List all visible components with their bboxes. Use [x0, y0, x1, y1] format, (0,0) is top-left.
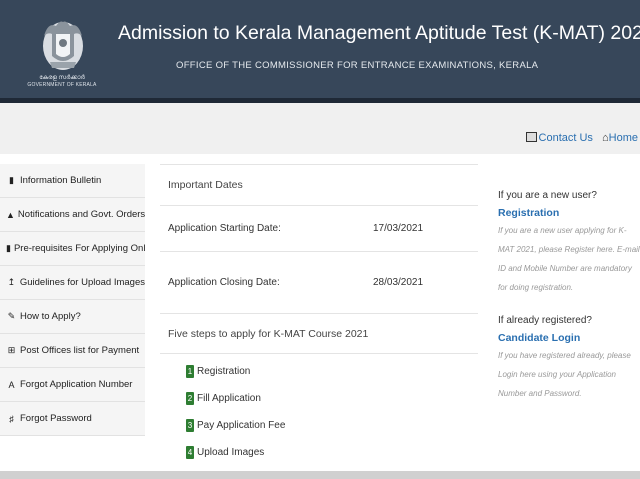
sidebar-item-prerequisites[interactable]: ▮ Pre-requisites For Applying Online	[0, 232, 145, 266]
contact-card-icon	[525, 132, 537, 143]
sidebar-item-label: Post Offices list for Payment	[20, 345, 140, 356]
file-icon: ▮	[6, 243, 11, 253]
sidebar-nav: ▮ Information Bulletin ▲ Notifications and…	[0, 164, 145, 436]
step-label: Registration	[197, 366, 251, 377]
registered-question: If already registered?	[498, 315, 592, 326]
sidebar-item-forgot-password[interactable]: ♯ Forgot Password	[0, 402, 145, 436]
close-date-row: Application Closing Date: 28/03/2021	[160, 252, 478, 314]
sidebar-item-label: Guidelines for Upload Images	[19, 277, 145, 288]
start-date-value: 17/03/2021	[373, 223, 424, 234]
sidebar-item-label: Forgot Password	[20, 413, 92, 424]
key-icon: ♯	[9, 413, 14, 424]
document-icon: ▮	[9, 175, 14, 185]
upload-icon: ↥	[7, 277, 16, 287]
start-date-label: Application Starting Date:	[168, 223, 281, 234]
registration-note: If you are a new user applying for K-MAT…	[498, 226, 640, 292]
step-item: 2 Fill Application	[186, 385, 478, 412]
login-note: If you have registered already, please L…	[498, 351, 631, 398]
sidebar-item-forgot-application-number[interactable]: A Forgot Application Number	[0, 368, 145, 402]
main-content: Important Dates Application Starting Dat…	[160, 164, 478, 466]
emblem-text-english: GOVERNMENT OF KERALA	[27, 82, 97, 88]
login-panel: If you are a new user? Registration If y…	[498, 190, 640, 403]
step-item: 4 Upload Images	[186, 439, 478, 466]
emblem-text-local: കേരള സർക്കാർ	[39, 75, 85, 81]
footer-bar	[0, 471, 640, 479]
edit-icon: ✎	[7, 311, 16, 321]
close-date-value: 28/03/2021	[373, 277, 424, 288]
contact-us-link[interactable]: Contact Us	[539, 132, 593, 144]
home-icon: ⌂	[602, 132, 609, 145]
step-label: Fill Application	[197, 393, 261, 404]
step-item: 1 Registration	[186, 358, 478, 385]
top-links: Contact Us ⌂Home	[525, 132, 638, 145]
steps-list: 1 Registration 2 Fill Application 3 Pay App…	[160, 354, 478, 466]
bell-icon: ▲	[6, 209, 15, 220]
steps-heading: Five steps to apply for K-MAT Course 202…	[160, 314, 478, 354]
sidebar-item-information-bulletin[interactable]: ▮ Information Bulletin	[0, 164, 145, 198]
close-date-label: Application Closing Date:	[168, 277, 280, 288]
sidebar-item-label: Notifications and Govt. Orders	[17, 209, 145, 220]
sidebar-item-label: How to Apply?	[20, 311, 81, 322]
bank-icon: ⊞	[7, 345, 16, 355]
step-number-badge: 2	[186, 392, 194, 405]
site-header: കേരള സർക്കാർ GOVERNMENT OF KERALA Admiss…	[0, 0, 640, 98]
important-dates-heading: Important Dates	[160, 164, 478, 206]
step-item: 3 Pay Application Fee	[186, 412, 478, 439]
step-number-badge: 4	[186, 446, 194, 459]
top-bar	[0, 103, 640, 154]
sidebar-item-how-to-apply[interactable]: ✎ How to Apply?	[0, 300, 145, 334]
page-subtitle: OFFICE OF THE COMMISSIONER FOR ENTRANCE …	[176, 60, 539, 71]
start-date-row: Application Starting Date: 17/03/2021	[160, 206, 478, 252]
page-title: Admission to Kerala Management Aptitude …	[118, 22, 640, 44]
home-link[interactable]: Home	[609, 132, 638, 144]
step-label: Upload Images	[197, 447, 265, 458]
step-number-badge: 1	[186, 365, 194, 378]
step-number-badge: 3	[186, 419, 194, 432]
sidebar-item-notifications[interactable]: ▲ Notifications and Govt. Orders	[0, 198, 145, 232]
candidate-login-link[interactable]: Candidate Login	[498, 332, 640, 344]
sidebar-item-label: Information Bulletin	[20, 175, 102, 186]
sidebar-item-upload-guidelines[interactable]: ↥ Guidelines for Upload Images	[0, 266, 145, 300]
registration-link[interactable]: Registration	[498, 207, 640, 219]
sidebar-item-post-offices[interactable]: ⊞ Post Offices list for Payment	[0, 334, 145, 368]
step-label: Pay Application Fee	[197, 420, 286, 431]
sidebar-item-label: Pre-requisites For Applying Online	[13, 243, 145, 254]
sidebar-item-label: Forgot Application Number	[20, 379, 133, 390]
font-icon: A	[8, 379, 15, 390]
new-user-question: If you are a new user?	[498, 190, 597, 201]
